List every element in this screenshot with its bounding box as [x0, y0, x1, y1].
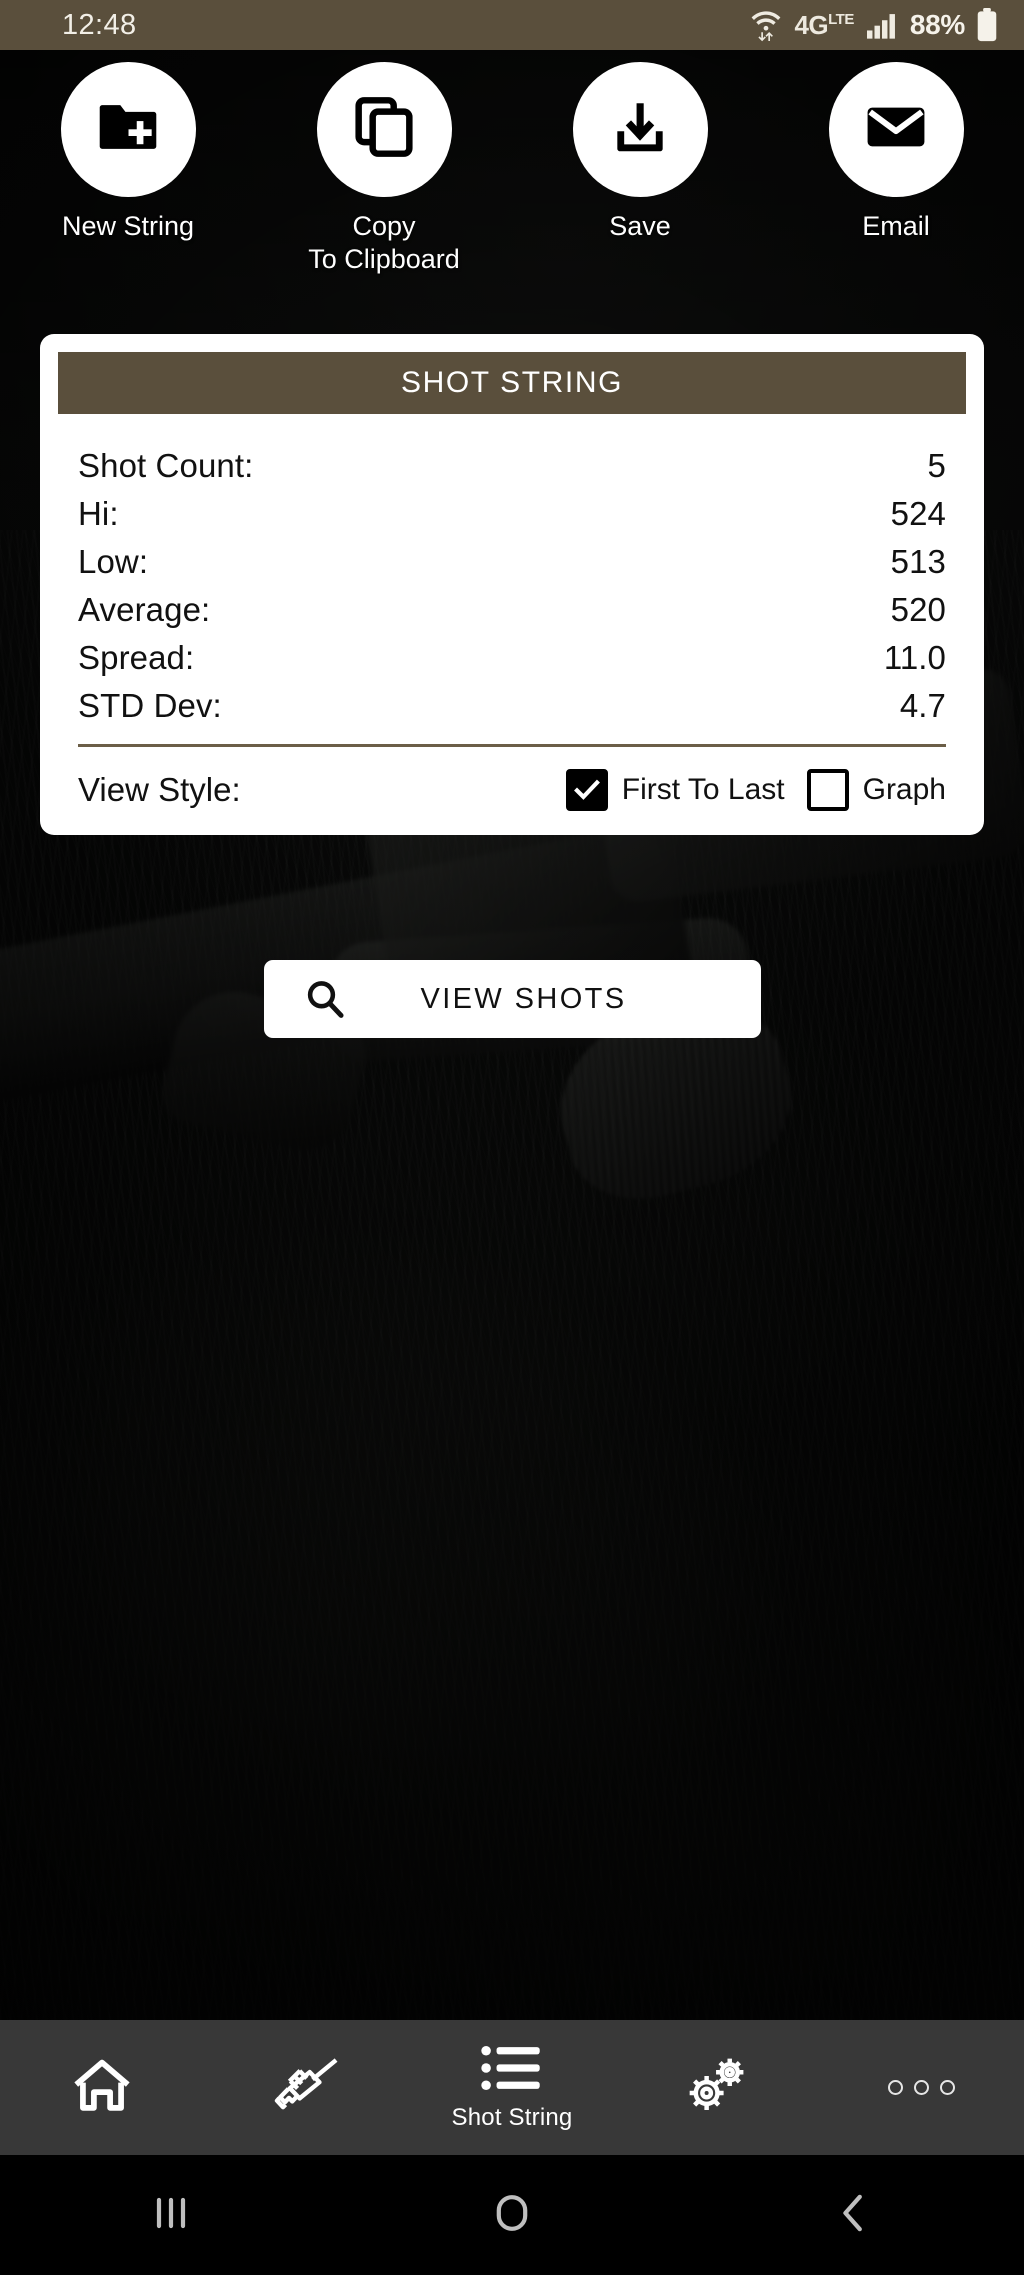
back-button[interactable]: [683, 2190, 1024, 2241]
first-to-last-checkbox[interactable]: [565, 769, 608, 811]
signal-bars-icon: [865, 10, 899, 40]
save-button[interactable]: Save: [512, 62, 768, 276]
home-button[interactable]: [341, 2190, 682, 2241]
stat-value: 520: [890, 591, 946, 628]
nav-item-shot-string[interactable]: Shot String: [410, 2020, 615, 2155]
download-icon: [611, 98, 669, 161]
stat-value: 513: [890, 543, 946, 580]
stat-key: Spread:: [78, 639, 195, 676]
new-string-button[interactable]: New String: [0, 62, 256, 276]
rifle-icon: [272, 2055, 342, 2120]
new-string-icon-circle: [60, 62, 196, 197]
shot-string-card: SHOT STRING Shot Count: 5 Hi: 524 Low: 5…: [40, 334, 984, 835]
folder-plus-icon: [97, 100, 159, 159]
network-type-icon: 4G LTE: [794, 9, 854, 41]
stat-value: 524: [890, 495, 946, 532]
nav-item-settings[interactable]: [614, 2020, 819, 2155]
home-icon: [71, 2056, 133, 2119]
copy-label-line-1: Copy: [352, 211, 416, 241]
stat-row: Hi: 524: [78, 490, 946, 538]
stat-row: STD Dev: 4.7: [78, 682, 946, 730]
battery-icon: [976, 8, 998, 42]
stat-key: Average:: [78, 591, 211, 628]
nav-item-home[interactable]: [0, 2020, 205, 2155]
new-string-label: New String: [61, 211, 195, 241]
copy-to-clipboard-button[interactable]: Copy To Clipboard: [256, 62, 512, 276]
copy-to-clipboard-label: Copy To Clipboard: [308, 210, 460, 276]
network-type-label: 4G: [794, 9, 829, 40]
top-action-bar: New String Copy To Clipboard Save Email: [0, 62, 1024, 276]
back-chevron-icon: [833, 2190, 873, 2241]
copy-icon: [354, 96, 414, 163]
stat-value: 11.0: [883, 639, 946, 676]
save-label: Save: [609, 211, 671, 241]
network-suffix-label: LTE: [828, 10, 854, 28]
view-style-option-graph[interactable]: Graph: [806, 769, 946, 811]
card-header-title: SHOT STRING: [400, 366, 624, 399]
more-dots-icon: [888, 2080, 956, 2095]
copy-icon-circle: [316, 62, 452, 197]
view-shots-button[interactable]: VIEW SHOTS: [264, 960, 761, 1038]
list-icon: [480, 2043, 544, 2098]
stat-row: Shot Count: 5: [78, 442, 946, 490]
graph-label: Graph: [862, 773, 946, 806]
system-nav-bar: [0, 2155, 1024, 2275]
stat-key: Shot Count:: [78, 447, 254, 484]
nav-item-rifle[interactable]: [205, 2020, 410, 2155]
view-style-label: View Style:: [78, 771, 241, 808]
copy-label-line-2: To Clipboard: [308, 244, 460, 274]
stat-value: 4.7: [899, 687, 946, 724]
status-bar-icons: 4G LTE 88%: [749, 7, 998, 43]
card-header: SHOT STRING: [58, 352, 966, 414]
view-style-options: First To Last Graph: [565, 769, 946, 811]
battery-percent-label: 88%: [909, 9, 965, 40]
stat-key: Hi:: [78, 495, 119, 532]
save-icon-circle: [572, 62, 708, 197]
first-to-last-label: First To Last: [621, 773, 785, 806]
email-icon-circle: [828, 62, 964, 197]
stats-list: Shot Count: 5 Hi: 524 Low: 513 Average: …: [58, 414, 966, 730]
email-button[interactable]: Email: [768, 62, 1024, 276]
status-bar-clock: 12:48: [62, 8, 137, 41]
recents-button[interactable]: [0, 2191, 341, 2240]
stat-row: Average: 520: [78, 586, 946, 634]
view-style-row: View Style: First To Last Graph: [58, 747, 966, 813]
view-shots-label: VIEW SHOTS: [420, 982, 627, 1015]
view-style-option-first-to-last[interactable]: First To Last: [565, 769, 785, 811]
stat-key: Low:: [78, 543, 149, 580]
stat-value: 5: [927, 447, 946, 484]
search-icon: [304, 978, 346, 1020]
stat-row: Low: 513: [78, 538, 946, 586]
nav-item-shot-string-label: Shot String: [451, 2104, 573, 2131]
recents-bars-icon: [149, 2191, 193, 2240]
home-circle-icon: [490, 2190, 534, 2241]
nav-item-more[interactable]: [819, 2020, 1024, 2155]
email-label: Email: [862, 211, 930, 241]
stat-key: STD Dev:: [78, 687, 222, 724]
envelope-icon: [865, 103, 927, 156]
bottom-nav-bar: Shot String: [0, 2020, 1024, 2155]
graph-checkbox[interactable]: [806, 769, 849, 811]
status-bar: 12:48 4G LTE 88%: [0, 0, 1024, 50]
app-screen: 12:48 4G LTE 88% New String Copy To Clip…: [0, 0, 1024, 2275]
wifi-icon: [749, 7, 783, 43]
stat-row: Spread: 11.0: [78, 634, 946, 682]
gears-icon: [684, 2054, 750, 2121]
